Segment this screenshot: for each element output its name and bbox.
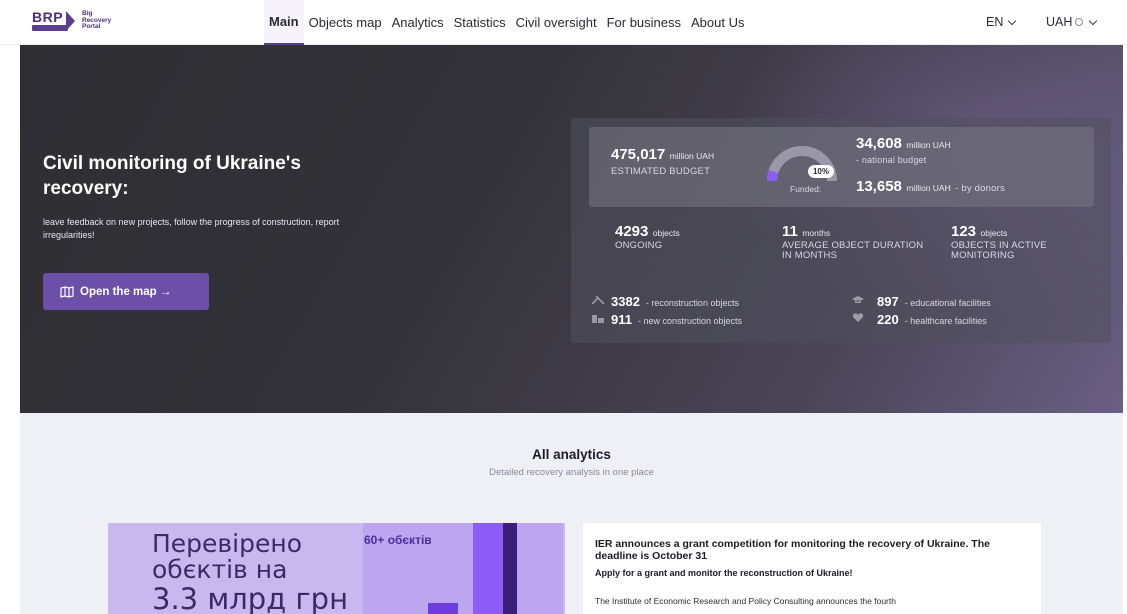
- info-icon: [1075, 18, 1084, 26]
- national-budget-value: 34,608: [856, 135, 902, 152]
- stat-value: 4293: [615, 223, 649, 240]
- open-map-button[interactable]: Open the map →: [43, 273, 209, 310]
- building-icon: [592, 315, 604, 323]
- national-budget-unit: million UAH: [906, 140, 951, 150]
- donors-budget-value: 13,658: [856, 178, 902, 195]
- map-icon: [60, 285, 74, 298]
- logo-mark: BRP: [32, 10, 76, 32]
- estimated-budget-unit: million UAH: [669, 151, 715, 161]
- stat-ongoing: 4293 objects ONGOING: [615, 223, 765, 251]
- category-value: 897: [877, 294, 899, 309]
- category-new-construction: 911 - new construction objects: [611, 312, 742, 327]
- donors-budget: 13,658 million UAH - by donors: [856, 178, 1005, 196]
- stat-unit: months: [802, 228, 831, 238]
- category-label: - healthcare facilities: [904, 316, 987, 326]
- news-lead: Apply for a grant and monitor the recons…: [595, 568, 853, 578]
- promo-line: 3.3 млрд грн: [152, 582, 349, 614]
- estimated-budget: 475,017 million UAH ESTIMATED BUDGET: [611, 146, 714, 177]
- hero-title: Civil monitoring of Ukraine's recovery:: [43, 153, 301, 199]
- news-card[interactable]: IER announces a grant competition for mo…: [583, 523, 1041, 614]
- category-value: 911: [611, 312, 632, 327]
- budget-summary: 475,017 million UAH ESTIMATED BUDGET 10%…: [589, 127, 1094, 207]
- category-reconstruction: 3382 - reconstruction objects: [611, 294, 739, 309]
- stat-active-monitoring: 123 objects OBJECTS IN ACTIVE MONITORING: [951, 223, 1101, 261]
- category-label: - reconstruction objects: [645, 298, 739, 308]
- nav-item-analytics[interactable]: Analytics: [387, 0, 449, 45]
- nav-item-about-us[interactable]: About Us: [686, 0, 749, 45]
- stat-average-duration: 11 months AVERAGE OBJECT DURATION IN MON…: [782, 223, 932, 261]
- analytics-title: All analytics: [532, 447, 611, 462]
- analytics-subtitle: Detailed recovery analysis in one place: [489, 467, 654, 478]
- news-body: The Institute of Economic Research and P…: [595, 596, 896, 606]
- nav-item-for-business[interactable]: For business: [602, 0, 686, 45]
- currency-value: UAH: [1046, 15, 1073, 29]
- estimated-budget-caption: ESTIMATED BUDGET: [611, 166, 711, 177]
- category-value: 220: [877, 312, 899, 327]
- donors-budget-unit: million UAH: [906, 183, 951, 193]
- currency-selector[interactable]: UAH: [1046, 15, 1098, 29]
- national-budget-caption: - national budget: [856, 155, 927, 165]
- open-map-label: Open the map →: [80, 285, 172, 298]
- hero-section: Civil monitoring of Ukraine's recovery: …: [20, 45, 1123, 413]
- category-value: 3382: [611, 294, 640, 309]
- graduation-cap-icon: [852, 296, 864, 303]
- funded-label: Funded:: [790, 184, 822, 194]
- stat-unit: objects: [980, 228, 1008, 238]
- nav-item-main[interactable]: Main: [264, 0, 304, 45]
- stat-caption: AVERAGE OBJECT DURATION IN MONTHS: [782, 240, 924, 261]
- stat-unit: objects: [652, 228, 680, 238]
- top-navigation-bar: BRP Big Recovery Portal Main Objects map…: [0, 0, 1127, 45]
- promo-line: Перевірено: [152, 529, 302, 558]
- stat-caption: ONGOING: [615, 240, 663, 251]
- estimated-budget-value: 475,017: [611, 146, 666, 163]
- stat-value: 123: [951, 223, 977, 240]
- brp-logo[interactable]: BRP Big Recovery Portal: [32, 7, 111, 35]
- heart-icon: [852, 313, 864, 322]
- nav-item-civil-oversight[interactable]: Civil oversight: [511, 0, 602, 45]
- recovery-stats-panel: 475,017 million UAH ESTIMATED BUDGET 10%…: [571, 118, 1111, 343]
- tools-icon: [591, 295, 605, 305]
- chevron-down-icon: [1089, 16, 1098, 25]
- category-healthcare: 220 - healthcare facilities: [877, 312, 987, 327]
- logo-wordmark: Big Recovery Portal: [82, 10, 112, 31]
- main-nav: Main Objects map Analytics Statistics Ci…: [264, 0, 749, 45]
- language-selector[interactable]: EN: [986, 15, 1017, 29]
- stat-value: 11: [782, 223, 798, 240]
- donors-budget-caption: - by donors: [955, 183, 1005, 194]
- category-label: - educational facilities: [904, 298, 991, 308]
- logo-letters: BRP: [32, 9, 64, 25]
- stat-caption: OBJECTS IN ACTIVE MONITORING: [951, 240, 1047, 261]
- analytics-section: All analytics Detailed recovery analysis…: [20, 413, 1123, 614]
- promo-headline: Перевірено обєктів на 3.3 млрд грн: [152, 531, 348, 614]
- news-title[interactable]: IER announces a grant competition for mo…: [595, 538, 1025, 562]
- national-budget: 34,608 million UAH - national budget: [856, 135, 951, 165]
- promo-badge: 60+ обєктів: [364, 533, 432, 547]
- language-value: EN: [986, 15, 1004, 29]
- funded-percent-badge: 10%: [808, 165, 834, 178]
- promo-banner[interactable]: Перевірено обєктів на 3.3 млрд грн 60+ о…: [108, 523, 565, 614]
- category-label: - new construction objects: [637, 316, 743, 326]
- category-educational: 897 - educational facilities: [877, 294, 991, 309]
- nav-item-objects-map[interactable]: Objects map: [304, 0, 387, 45]
- nav-item-statistics[interactable]: Statistics: [449, 0, 511, 45]
- promo-line: обєктів на: [152, 555, 288, 584]
- chevron-down-icon: [1008, 16, 1017, 25]
- hero-subtitle: leave feedback on new projects, follow t…: [43, 217, 340, 240]
